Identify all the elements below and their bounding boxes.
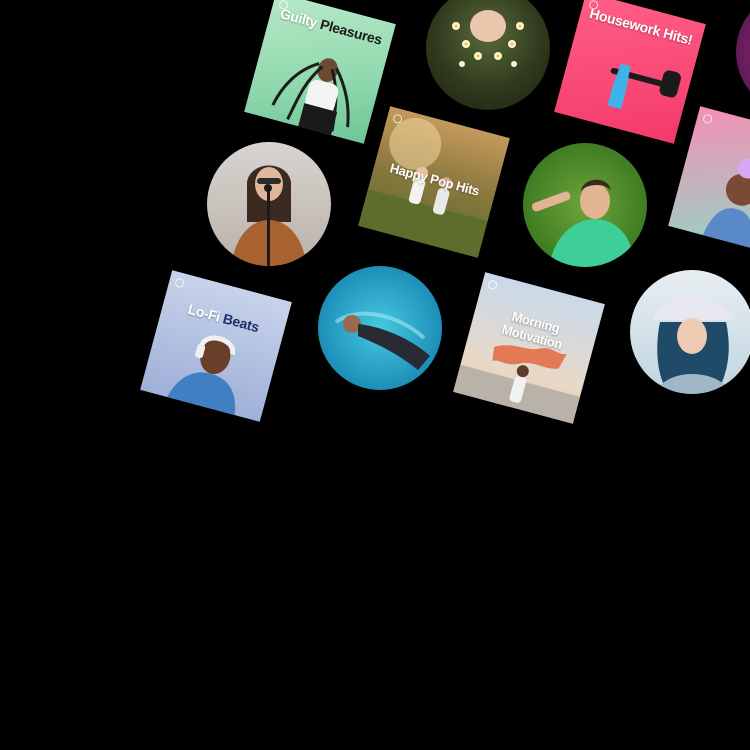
artist-card-bandana[interactable] <box>630 270 750 394</box>
cover-art <box>736 0 750 114</box>
pool-swimmer-photo <box>334 311 430 370</box>
artist-card-grass-man[interactable] <box>523 143 647 267</box>
cover-art <box>668 106 750 258</box>
artist-card-partial-purple[interactable] <box>736 0 750 114</box>
cover-art <box>207 142 331 266</box>
cover-art <box>140 270 292 422</box>
playlist-collage: Guilty Pleasures Housework Hits! Happy P… <box>0 0 750 750</box>
singer-photo <box>231 165 307 266</box>
artist-card-pool[interactable] <box>318 266 442 390</box>
playlist-card-lofi-beats[interactable]: Lo-Fi Beats <box>140 270 292 422</box>
flower-crown-photo <box>452 10 524 67</box>
pop-artist-photo <box>702 158 750 249</box>
bandana-artist-photo <box>652 296 734 394</box>
playlist-card-happy-pop-hits[interactable]: Happy Pop Hits <box>358 106 510 258</box>
cover-art <box>426 0 550 110</box>
playlist-card-morning-motivation[interactable]: Morning Motivation <box>453 272 605 424</box>
playlist-card-pop-partial[interactable]: Po <box>668 106 750 258</box>
cover-art <box>318 266 442 390</box>
artist-card-singer[interactable] <box>207 142 331 266</box>
playlist-card-housework-hits[interactable]: Housework Hits! <box>554 0 706 144</box>
cover-art <box>630 270 750 394</box>
artist-card-flower-crown[interactable] <box>426 0 550 110</box>
cover-art <box>523 143 647 267</box>
playlist-card-guilty-pleasures[interactable]: Guilty Pleasures <box>244 0 396 144</box>
man-in-grass-photo <box>531 179 635 267</box>
lofi-listener-photo <box>167 335 236 416</box>
